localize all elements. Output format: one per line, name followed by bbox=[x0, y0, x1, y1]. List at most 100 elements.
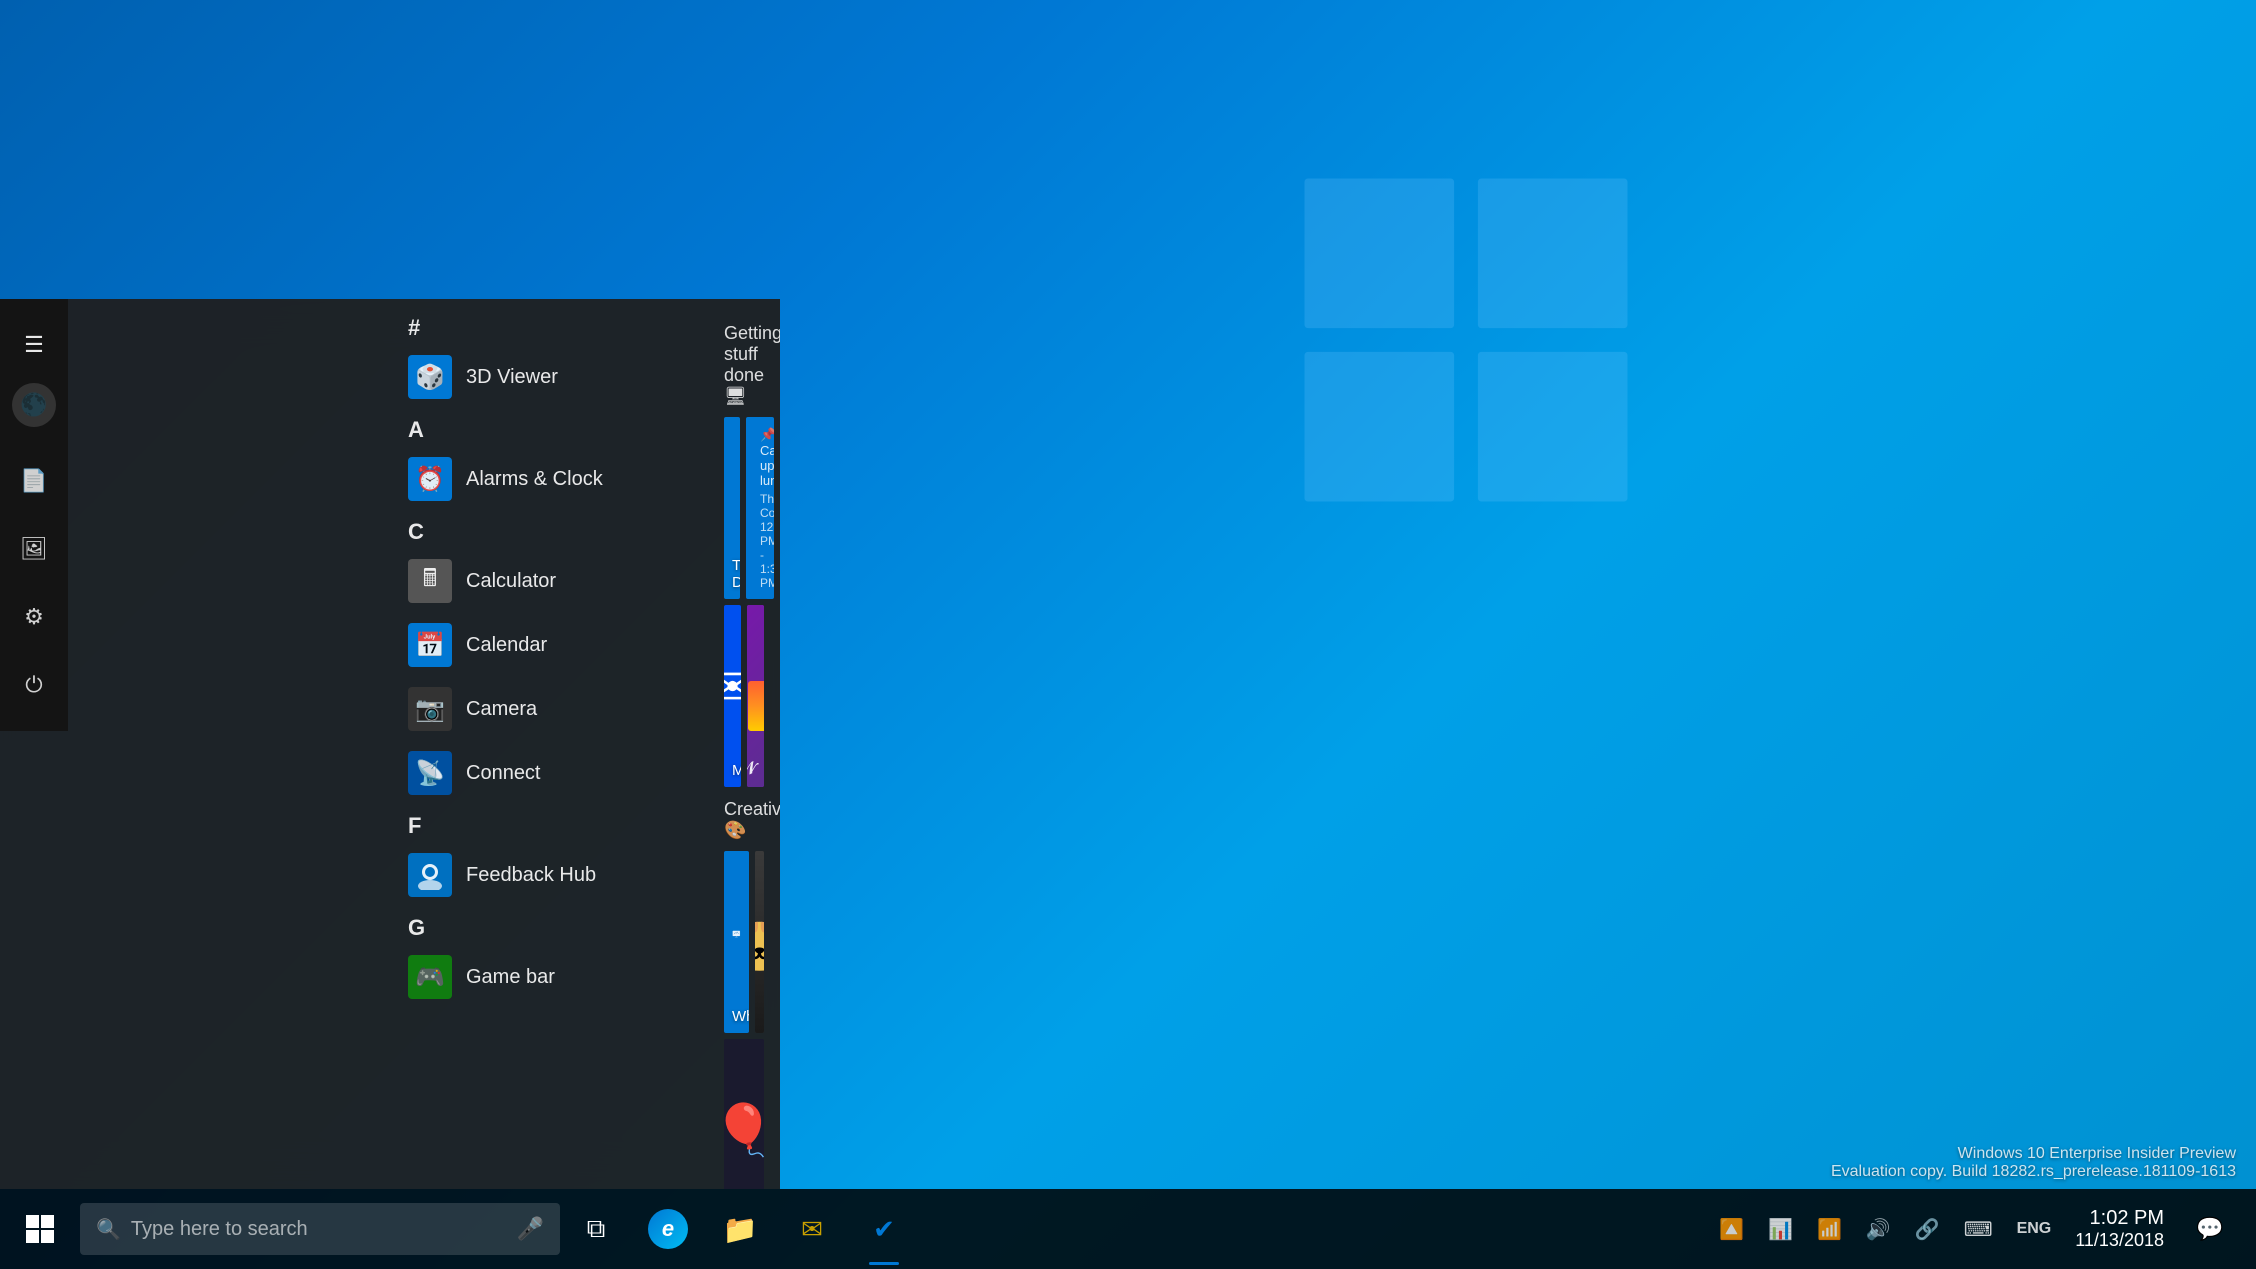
app-item-feedback[interactable]: Feedback Hub bbox=[388, 843, 708, 907]
tile-section-label-creativity: Creativity 🎨 bbox=[724, 799, 764, 841]
tile-photos[interactable]: 🐱 bbox=[755, 851, 764, 1033]
app-icon-feedback bbox=[408, 853, 452, 897]
system-tray: 🔼 📊 📶 🔊 🔗 ⌨ ENG bbox=[1715, 1213, 2055, 1246]
sidebar-btn-docs[interactable]: 📄 bbox=[4, 451, 64, 511]
tray-volume[interactable]: 🔊 bbox=[1862, 1213, 1895, 1246]
section-header-hash: # bbox=[388, 307, 708, 345]
start-menu: ☰ 🌑 📄 🖼 ⚙ ⏻ # 🎲 bbox=[0, 299, 780, 1189]
app-icon-gamebar: 🎮 bbox=[408, 955, 452, 999]
app-label-feedback: Feedback Hub bbox=[466, 864, 596, 887]
onenote-screens bbox=[747, 661, 764, 731]
tiles-row-3: Whiteboard 🐱 bbox=[724, 851, 764, 1033]
app-label-calendar: Calendar bbox=[466, 634, 547, 657]
user-avatar[interactable]: 🌑 bbox=[12, 383, 56, 427]
app-item-camera[interactable]: 📷 Camera bbox=[388, 677, 708, 741]
taskbar: 🔍 🎤 ⧉ e 📁 ✉ ✔ 🔼 📊 📶 🔊 🔗 ⌨ ENG bbox=[0, 1189, 2256, 1269]
edge-icon: e bbox=[648, 1209, 688, 1249]
tiles-area: Getting stuff done 🖥 ✔ To-Do 📌 Catching … bbox=[708, 299, 780, 1189]
docs-icon: 📄 bbox=[20, 468, 47, 494]
whiteboard-svg-icon bbox=[732, 904, 741, 964]
app-icon-camera: 📷 bbox=[408, 687, 452, 731]
app-item-gamebar[interactable]: 🎮 Game bar bbox=[388, 945, 708, 1009]
mail-taskbar-button[interactable]: ✉ bbox=[776, 1189, 848, 1269]
hamburger-icon: ☰ bbox=[24, 332, 44, 358]
tray-network-activity[interactable]: 📊 bbox=[1764, 1213, 1797, 1246]
app-label-3dviewer: 3D Viewer bbox=[466, 366, 558, 389]
settings-icon: ⚙ bbox=[24, 604, 44, 630]
windows-logo-icon bbox=[25, 1214, 55, 1244]
taskbar-right: 🔼 📊 📶 🔊 🔗 ⌨ ENG 1:02 PM 11/13/2018 💬 bbox=[1715, 1203, 2256, 1255]
todo-taskbar-button[interactable]: ✔ bbox=[848, 1189, 920, 1269]
calendar-day-number: 13 bbox=[760, 590, 774, 599]
tray-keyboard[interactable]: ⌨ bbox=[1960, 1213, 1997, 1246]
tile-mail[interactable]: ✉ Mail bbox=[724, 605, 741, 787]
taskbar-search-box[interactable]: 🔍 🎤 bbox=[80, 1203, 560, 1255]
task-view-button[interactable]: ⧉ bbox=[560, 1189, 632, 1269]
tile-todo[interactable]: ✔ To-Do bbox=[724, 417, 740, 599]
photos-icon: 🖼 bbox=[20, 536, 48, 562]
notification-icon: 💬 bbox=[2196, 1216, 2223, 1242]
app-icon-connect: 📡 bbox=[408, 751, 452, 795]
section-header-g: G bbox=[388, 907, 708, 945]
clock-area[interactable]: 1:02 PM 11/13/2018 bbox=[2067, 1203, 2172, 1255]
whiteboard-icon-container bbox=[732, 859, 741, 1008]
app-item-connect[interactable]: 📡 Connect bbox=[388, 741, 708, 805]
power-icon: ⏻ bbox=[25, 672, 42, 698]
tile-todo-content: ✔ bbox=[732, 425, 740, 557]
tile-whiteboard[interactable]: Whiteboard bbox=[724, 851, 749, 1033]
mail-taskbar-icon: ✉ bbox=[801, 1214, 823, 1245]
app-item-calculator[interactable]: 🖩 Calculator bbox=[388, 549, 708, 613]
tiles-row-2: ✉ Mail 𝓝 OneNote bbox=[724, 605, 764, 787]
section-header-c: C bbox=[388, 511, 708, 549]
tray-chevron[interactable]: 🔼 bbox=[1715, 1213, 1748, 1246]
tile-whiteboard-label: Whiteboard bbox=[732, 1008, 741, 1025]
clock-date: 11/13/2018 bbox=[2075, 1230, 2164, 1251]
app-icon-alarms: ⏰ bbox=[408, 457, 452, 501]
app-item-3dviewer[interactable]: 🎲 3D Viewer bbox=[388, 345, 708, 409]
search-input[interactable] bbox=[131, 1218, 507, 1241]
edge-button[interactable]: e bbox=[632, 1189, 704, 1269]
photos-cat-image: 🐱 bbox=[755, 851, 764, 1033]
app-item-alarms[interactable]: ⏰ Alarms & Clock bbox=[388, 447, 708, 511]
tile-calendar[interactable]: 📌 Catching up over lunch Tue The Commons… bbox=[746, 417, 774, 599]
sidebar-btn-photos[interactable]: 🖼 bbox=[4, 519, 64, 579]
app-label-alarms: Alarms & Clock bbox=[466, 468, 603, 491]
start-menu-left-panel: ☰ 🌑 📄 🖼 ⚙ ⏻ bbox=[0, 299, 388, 1189]
onenote-screen-2 bbox=[748, 681, 765, 731]
windows-logo-desktop bbox=[1296, 170, 1636, 510]
search-icon: 🔍 bbox=[96, 1217, 121, 1242]
app-label-gamebar: Game bar bbox=[466, 966, 555, 989]
app-label-connect: Connect bbox=[466, 762, 541, 785]
tile-onenote[interactable]: 𝓝 OneNote bbox=[747, 605, 764, 787]
notification-center-button[interactable]: 💬 bbox=[2184, 1203, 2236, 1255]
clock-time: 1:02 PM bbox=[2075, 1207, 2164, 1230]
microphone-icon[interactable]: 🎤 bbox=[517, 1216, 544, 1242]
app-item-calendar[interactable]: 📅 Calendar bbox=[388, 613, 708, 677]
tray-lang[interactable]: ENG bbox=[2013, 1216, 2056, 1242]
sidebar-btn-settings[interactable]: ⚙ bbox=[4, 587, 64, 647]
mail-envelope-icon: ✉ bbox=[724, 658, 741, 718]
avatar-icon: 🌑 bbox=[20, 392, 47, 418]
tile-section-label-getting: Getting stuff done 🖥 bbox=[724, 323, 764, 407]
tray-connect[interactable]: 🔗 bbox=[1911, 1213, 1944, 1246]
tiles-row-4: 🎈 bbox=[724, 1039, 764, 1189]
hamburger-button[interactable]: ☰ bbox=[4, 315, 64, 375]
todo-taskbar-icon: ✔ bbox=[873, 1214, 895, 1245]
system-info-line1: Windows 10 Enterprise Insider Preview bbox=[1831, 1145, 2236, 1163]
app-icon-calculator: 🖩 bbox=[408, 559, 452, 603]
tile-mail-content: ✉ bbox=[732, 613, 733, 762]
app-list: # 🎲 3D Viewer A ⏰ Alarms & Clock C 🖩 Cal… bbox=[388, 299, 708, 1189]
app-label-calculator: Calculator bbox=[466, 570, 556, 593]
tray-wifi[interactable]: 📶 bbox=[1813, 1213, 1846, 1246]
start-button[interactable] bbox=[0, 1189, 80, 1269]
system-info-overlay: Windows 10 Enterprise Insider Preview Ev… bbox=[1831, 1145, 2236, 1181]
cat-photo-display: 🐱 bbox=[755, 851, 764, 1033]
file-explorer-button[interactable]: 📁 bbox=[704, 1189, 776, 1269]
section-header-a: A bbox=[388, 409, 708, 447]
balloon-icon: 🎈 bbox=[724, 1101, 764, 1160]
onenote-label-row: 𝓝 bbox=[747, 758, 756, 779]
app-label-camera: Camera bbox=[466, 698, 537, 721]
start-sidebar: ☰ 🌑 📄 🖼 ⚙ ⏻ bbox=[0, 299, 68, 731]
sidebar-btn-power[interactable]: ⏻ bbox=[4, 655, 64, 715]
tile-paint3d[interactable]: 🎈 bbox=[724, 1039, 764, 1189]
